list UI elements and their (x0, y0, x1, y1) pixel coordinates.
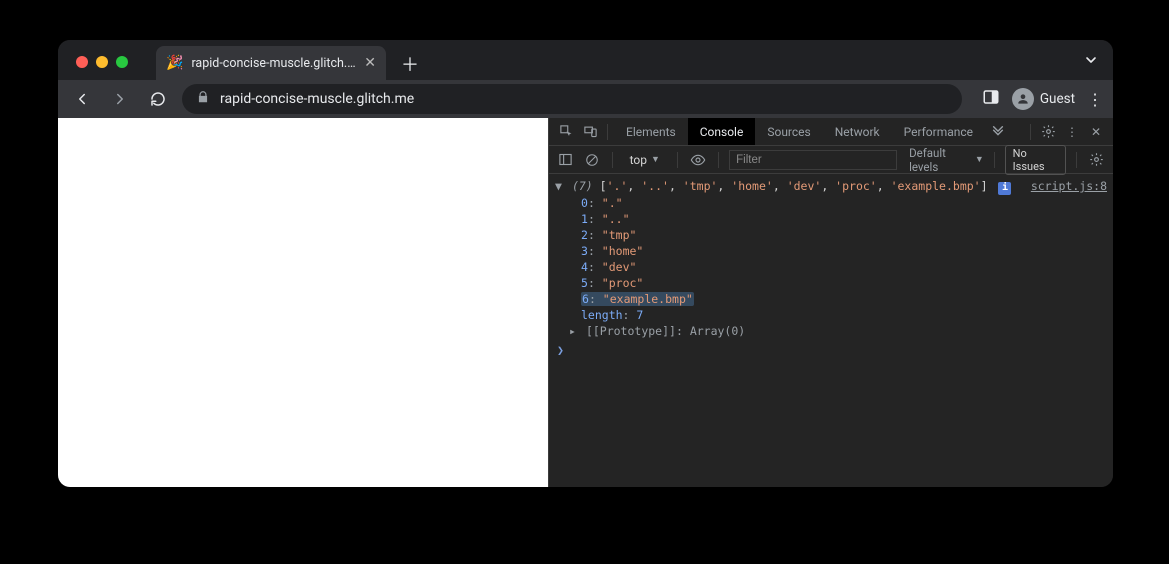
window-expand-icon[interactable] (1083, 52, 1099, 72)
tab-bar: 🎉 rapid-concise-muscle.glitch.me ✕ ＋ (58, 40, 1113, 80)
content-area: ElementsConsoleSourcesNetworkPerformance… (58, 118, 1113, 487)
console-output[interactable]: ▼ (7) ['.', '..', 'tmp', 'home', 'dev', … (549, 174, 1113, 487)
context-label: top (630, 153, 647, 167)
minimize-window-button[interactable] (96, 56, 108, 68)
console-prompt[interactable]: ❯ (555, 342, 1107, 358)
array-preview-item: '..' (641, 179, 669, 193)
tab-favicon-icon: 🎉 (166, 55, 183, 71)
array-count: (7) (572, 179, 593, 193)
array-item-row[interactable]: 2: "tmp" (581, 227, 1107, 243)
devtools-settings-icon[interactable] (1037, 121, 1059, 143)
clear-console-icon[interactable] (581, 149, 601, 171)
array-item-row[interactable]: 6: "example.bmp" (581, 291, 1107, 307)
array-preview-item: 'example.bmp' (891, 179, 981, 193)
array-item-row[interactable]: 4: "dev" (581, 259, 1107, 275)
levels-label: Default levels (909, 146, 972, 174)
array-item-row[interactable]: 0: "." (581, 195, 1107, 211)
array-preview-item: 'home' (731, 179, 773, 193)
log-source-link[interactable]: script.js:8 (1031, 178, 1107, 194)
live-expression-icon[interactable] (688, 149, 708, 171)
browser-window: 🎉 rapid-concise-muscle.glitch.me ✕ ＋ rap… (58, 40, 1113, 487)
collapse-arrow-icon[interactable]: ▼ (555, 178, 565, 194)
profile-label: Guest (1040, 91, 1075, 107)
more-tabs-icon[interactable] (987, 121, 1009, 143)
array-prototype-row[interactable]: ▸ [[Prototype]]: Array(0) (555, 323, 1107, 339)
devtools-panel: ElementsConsoleSourcesNetworkPerformance… (548, 118, 1113, 487)
array-preview-item: 'dev' (787, 179, 822, 193)
url-text: rapid-concise-muscle.glitch.me (220, 91, 414, 107)
side-panel-icon[interactable] (982, 88, 1000, 110)
url-input[interactable]: rapid-concise-muscle.glitch.me (182, 84, 962, 114)
window-traffic-lights (68, 56, 136, 80)
profile-button[interactable]: Guest (1012, 88, 1075, 110)
log-levels-selector[interactable]: Default levels ▼ (909, 146, 984, 174)
console-settings-icon[interactable] (1087, 149, 1107, 171)
inspect-element-icon[interactable] (555, 121, 577, 143)
new-tab-button[interactable]: ＋ (396, 50, 424, 78)
expand-arrow-icon[interactable]: ▸ (569, 323, 579, 339)
array-item-row[interactable]: 3: "home" (581, 243, 1107, 259)
close-tab-icon[interactable]: ✕ (364, 55, 376, 71)
reload-button[interactable] (144, 85, 172, 113)
array-preview-item: 'proc' (835, 179, 877, 193)
back-button[interactable] (68, 85, 96, 113)
array-item-row[interactable]: 1: ".." (581, 211, 1107, 227)
console-log-entry[interactable]: ▼ (7) ['.', '..', 'tmp', 'home', 'dev', … (555, 178, 1107, 195)
forward-button[interactable] (106, 85, 134, 113)
chevron-down-icon: ▼ (651, 154, 660, 165)
lock-icon (196, 90, 210, 108)
context-selector[interactable]: top ▼ (623, 151, 667, 169)
devtools-tab-elements[interactable]: Elements (614, 118, 688, 145)
devtools-tabstrip: ElementsConsoleSourcesNetworkPerformance… (549, 118, 1113, 146)
avatar-icon (1012, 88, 1034, 110)
array-preview-item: '.' (607, 179, 628, 193)
issues-button[interactable]: No Issues (1005, 145, 1066, 175)
array-item-row[interactable]: 5: "proc" (581, 275, 1107, 291)
devtools-tab-sources[interactable]: Sources (755, 118, 822, 145)
devtools-tab-network[interactable]: Network (823, 118, 892, 145)
array-preview-item: 'tmp' (683, 179, 718, 193)
address-bar-actions: Guest ⋮ (972, 88, 1103, 110)
info-badge-icon[interactable]: i (998, 182, 1011, 195)
console-filter-input[interactable] (729, 150, 897, 170)
array-length-row: length: 7 (555, 307, 1107, 323)
array-expanded: 0: "."1: ".."2: "tmp"3: "home"4: "dev"5:… (555, 195, 1107, 307)
browser-menu-icon[interactable]: ⋮ (1087, 90, 1103, 109)
device-toolbar-icon[interactable] (579, 121, 601, 143)
maximize-window-button[interactable] (116, 56, 128, 68)
browser-tab[interactable]: 🎉 rapid-concise-muscle.glitch.me ✕ (156, 46, 386, 80)
console-toolbar: top ▼ Default levels ▼ No Issues (549, 146, 1113, 174)
devtools-menu-icon[interactable]: ⋮ (1061, 121, 1083, 143)
tab-title: rapid-concise-muscle.glitch.me (191, 56, 356, 71)
close-window-button[interactable] (76, 56, 88, 68)
devtools-close-icon[interactable]: ✕ (1085, 121, 1107, 143)
address-bar: rapid-concise-muscle.glitch.me Guest ⋮ (58, 80, 1113, 118)
devtools-tab-console[interactable]: Console (688, 118, 756, 145)
page-viewport[interactable] (58, 118, 548, 487)
chevron-down-icon: ▼ (975, 154, 984, 165)
console-sidebar-icon[interactable] (555, 149, 575, 171)
devtools-tab-performance[interactable]: Performance (892, 118, 985, 145)
